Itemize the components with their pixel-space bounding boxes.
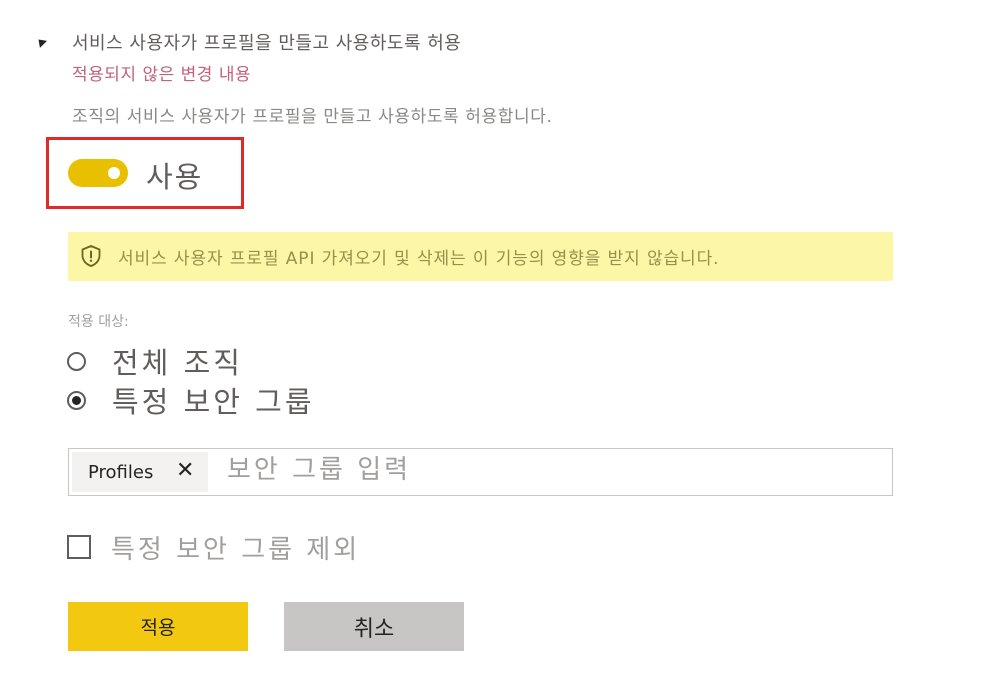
radio-button-selected[interactable] [67, 390, 86, 410]
shield-icon [81, 245, 101, 267]
radio-button[interactable] [67, 351, 86, 371]
cancel-button[interactable]: 취소 [284, 602, 464, 651]
toggle-label: 사용 [146, 160, 204, 194]
apply-button[interactable]: 적용 [68, 602, 248, 651]
security-group-text-field[interactable] [227, 455, 827, 485]
setting-description: 조직의 서비스 사용자가 프로필을 만들고 사용하도록 허용합니다. [72, 107, 553, 127]
exclude-checkbox[interactable] [67, 535, 91, 559]
radio-entire-organization[interactable]: 전체 조직 [67, 344, 243, 380]
close-icon[interactable]: ✕ [176, 458, 194, 484]
radio-specific-security-groups[interactable]: 특정 보안 그룹 [67, 383, 315, 419]
setting-title[interactable]: 서비스 사용자가 프로필을 만들고 사용하도록 허용 [72, 29, 461, 55]
toggle-knob [108, 167, 120, 179]
radio-dot [72, 395, 81, 405]
collapse-arrow-icon[interactable] [34, 35, 48, 48]
security-group-chip: Profiles ✕ [72, 452, 208, 492]
unapplied-changes-note: 적용되지 않은 변경 내용 [72, 65, 252, 85]
applies-to-label: 적용 대상: [68, 314, 129, 330]
radio-label: 전체 조직 [112, 346, 243, 380]
exclude-groups-option[interactable]: 특정 보안 그룹 제외 [67, 530, 361, 565]
info-banner: 서비스 사용자 프로필 API 가져오기 및 삭제는 이 기능의 영향을 받지 … [68, 232, 893, 281]
banner-text: 서비스 사용자 프로필 API 가져오기 및 삭제는 이 기능의 영향을 받지 … [118, 249, 720, 269]
radio-label: 특정 보안 그룹 [112, 385, 315, 419]
exclude-label: 특정 보안 그룹 제외 [111, 534, 361, 565]
security-group-input[interactable]: Profiles ✕ [68, 448, 893, 496]
enable-toggle[interactable] [68, 159, 128, 187]
chip-label: Profiles [88, 462, 154, 483]
